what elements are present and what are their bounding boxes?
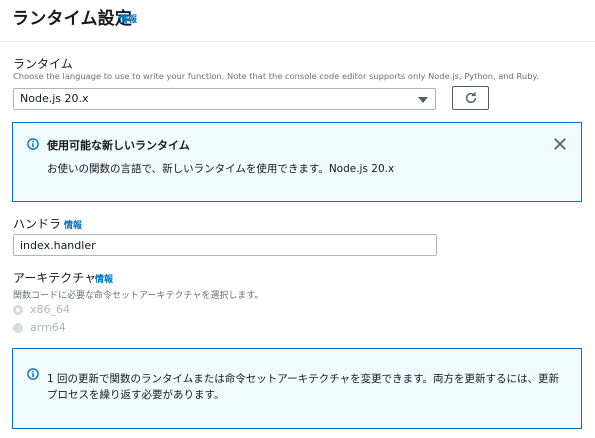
handler-input[interactable] bbox=[13, 234, 437, 256]
alert-title: 使用可能な新しいランタイム bbox=[47, 139, 190, 152]
update-info-alert: 1 回の更新で関数のランタイムまたは命令セットアーキテクチャを変更できます。両方… bbox=[12, 348, 582, 429]
handler-info-link[interactable]: 情報 bbox=[64, 218, 82, 231]
header-info-link[interactable]: 情報 bbox=[119, 12, 137, 25]
refresh-button[interactable] bbox=[452, 86, 489, 110]
runtime-label: ランタイム bbox=[13, 57, 73, 71]
new-runtime-alert: 使用可能な新しいランタイム お使いの関数の言語で、新しいランタイムを使用できます… bbox=[12, 122, 582, 202]
update-alert-line-2: プロセスを繰り返す必要があります。 bbox=[47, 389, 225, 401]
radio-button[interactable] bbox=[13, 323, 23, 333]
radio-label: x86_64 bbox=[30, 303, 71, 316]
runtime-description: Choose the language to use to write your… bbox=[13, 71, 539, 81]
caret-down-icon bbox=[418, 97, 428, 103]
architecture-label: アーキテクチャ bbox=[13, 271, 97, 285]
refresh-icon bbox=[465, 92, 477, 104]
update-alert-line-1: 1 回の更新で関数のランタイムまたは命令セットアーキテクチャを変更できます。両方… bbox=[47, 373, 560, 385]
radio-label: arm64 bbox=[30, 321, 66, 334]
runtime-settings-page: ランタイム設定 情報 ランタイム Choose the language to … bbox=[0, 0, 595, 438]
alert-message: お使いの関数の言語で、新しいランタイムを使用できます。Node.js 20.x bbox=[47, 163, 395, 175]
runtime-select[interactable]: Node.js 20.x bbox=[13, 88, 436, 110]
info-icon bbox=[27, 368, 39, 380]
handler-label: ハンドラ bbox=[13, 217, 62, 231]
page-title: ランタイム設定 bbox=[12, 9, 133, 29]
info-icon bbox=[27, 138, 39, 150]
page-header: ランタイム設定 情報 bbox=[0, 0, 595, 42]
architecture-description: 関数コードに必要な命令セットアーキテクチャを選択します。 bbox=[13, 291, 264, 301]
radio-button[interactable] bbox=[13, 305, 23, 315]
runtime-select-value: Node.js 20.x bbox=[20, 92, 89, 105]
architecture-info-link[interactable]: 情報 bbox=[95, 272, 113, 285]
close-icon[interactable] bbox=[553, 137, 567, 151]
